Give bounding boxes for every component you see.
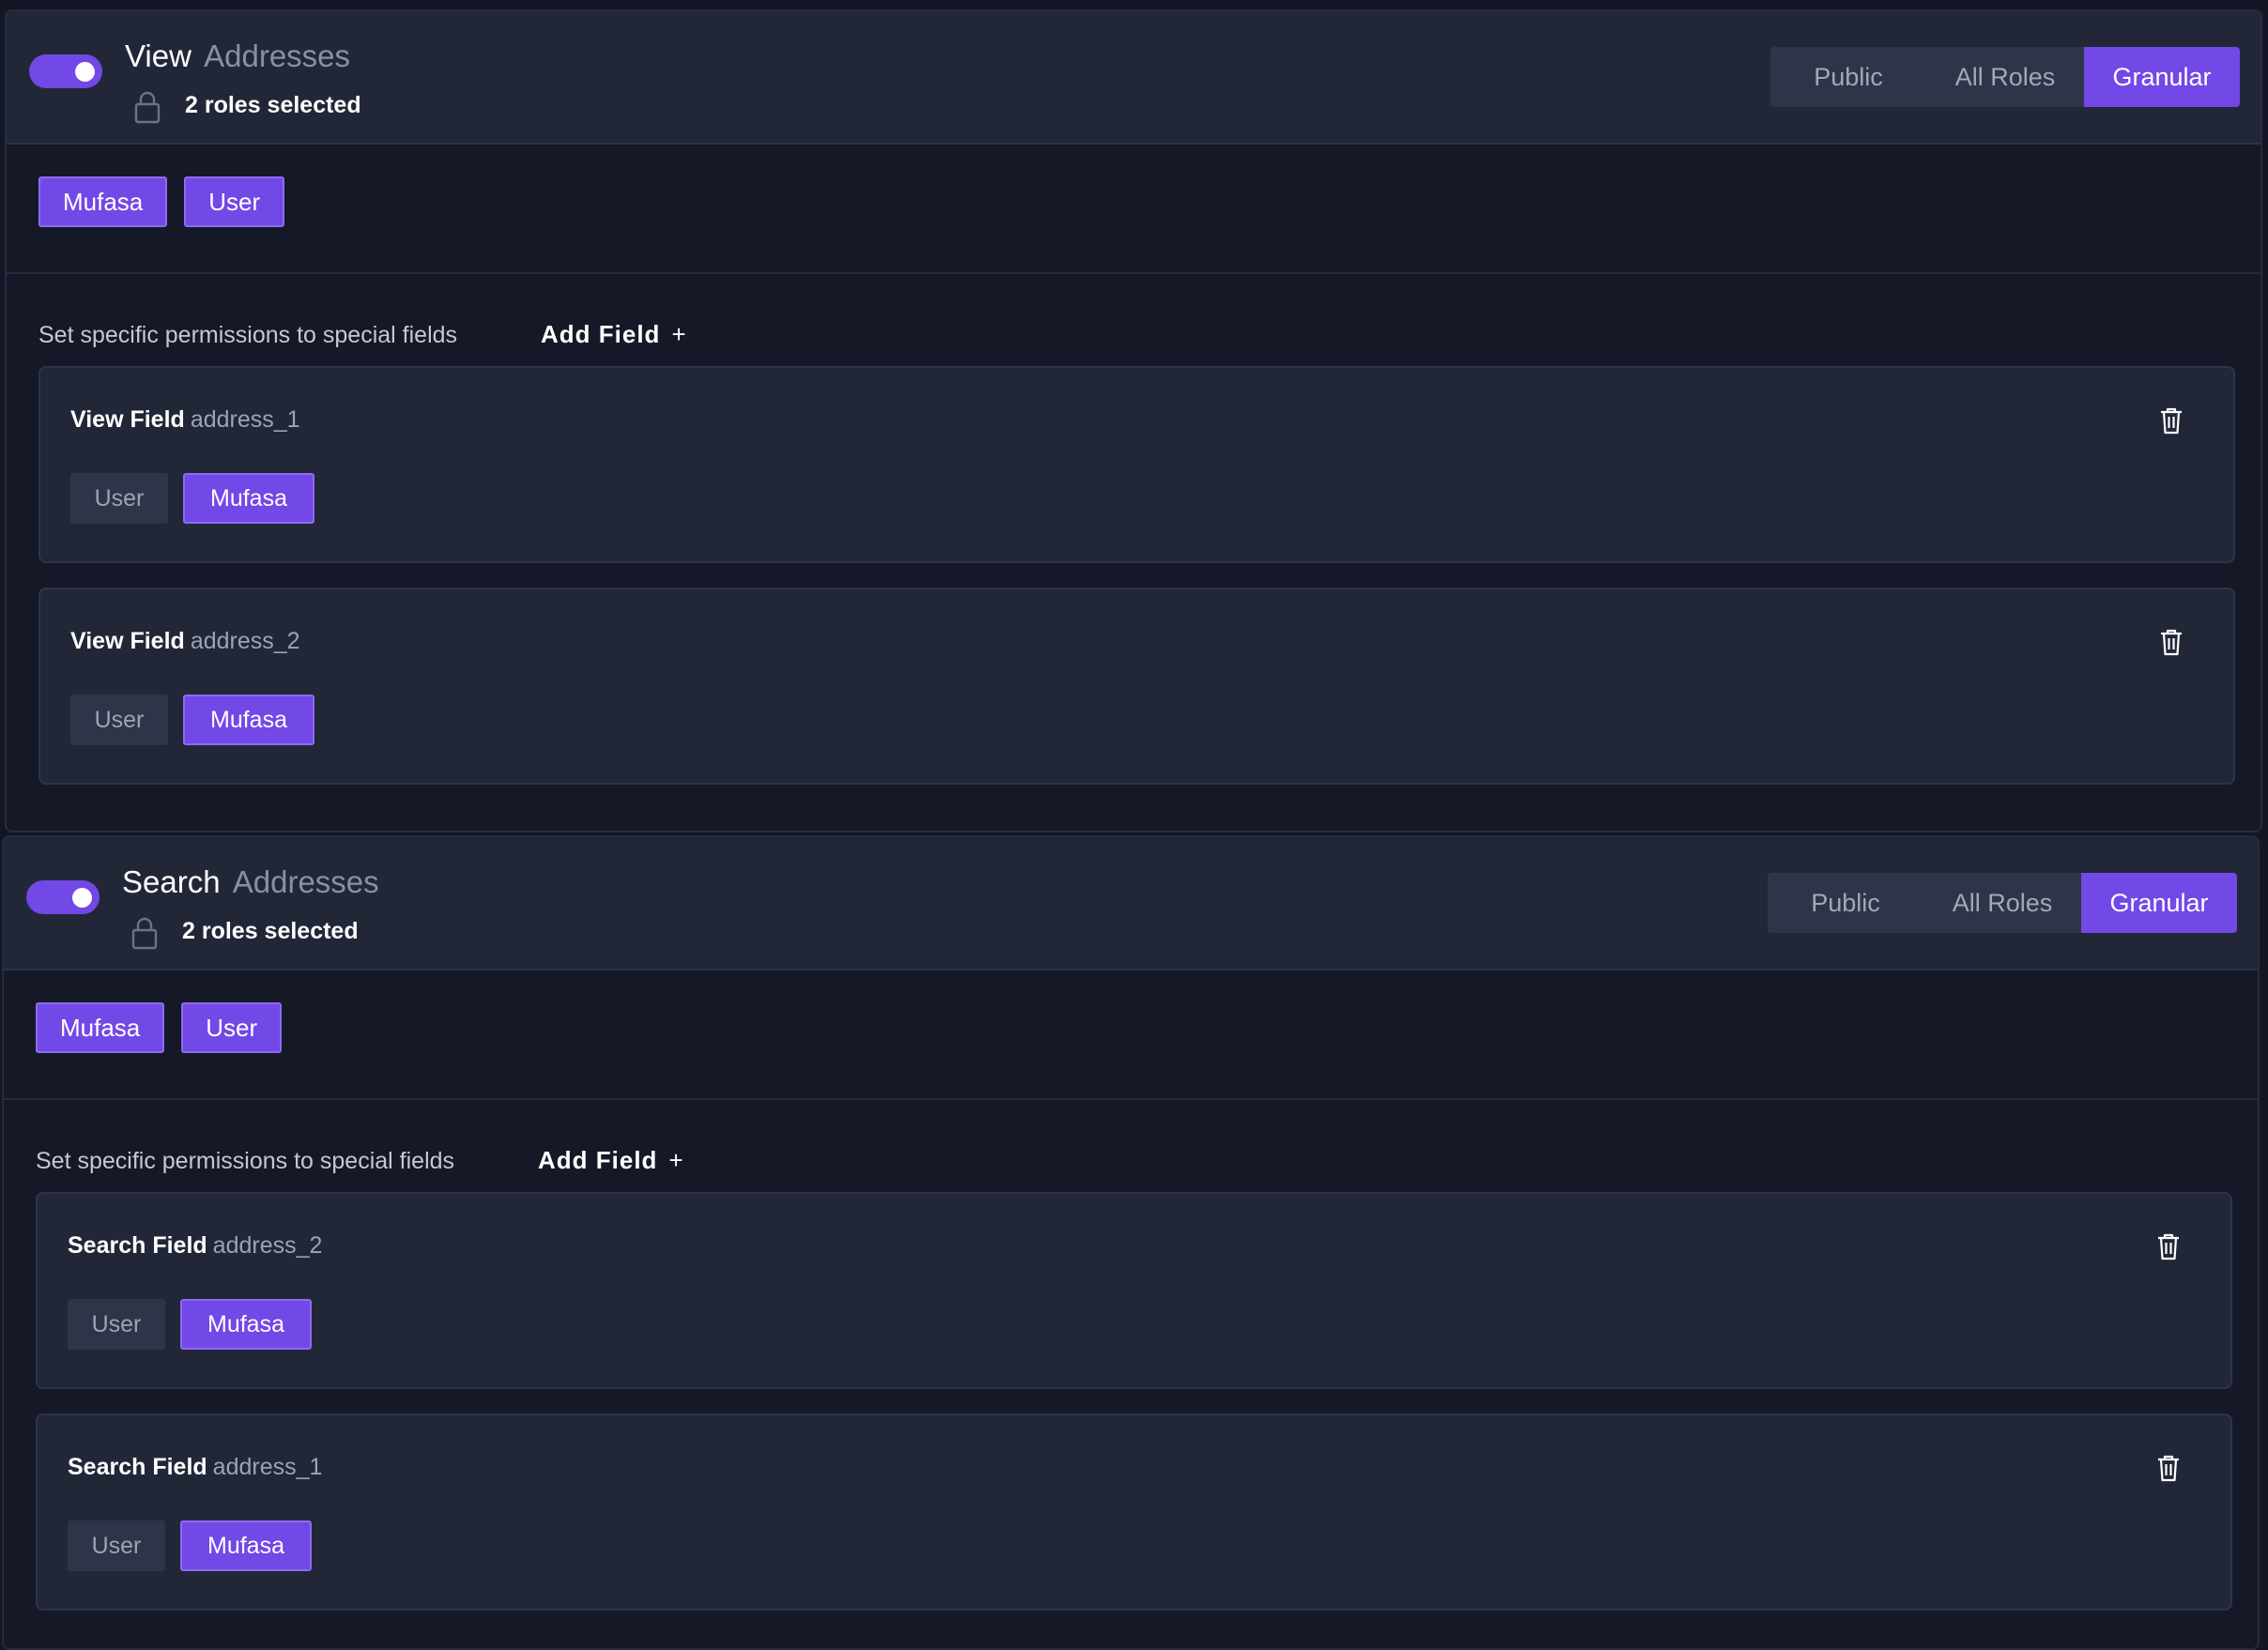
field-verb: View Field — [70, 406, 185, 433]
lock-icon — [131, 917, 158, 950]
scope-selector: Public All Roles Granular — [1770, 47, 2240, 107]
panel-header: View Addresses 2 roles selected Public A… — [7, 11, 2260, 145]
add-field-button[interactable]: Add Field + — [541, 317, 687, 351]
field-name: address_1 — [212, 1454, 323, 1480]
field-role-options: User Mufasa — [70, 695, 314, 745]
permission-title: Search Addresses — [122, 863, 379, 901]
trash-icon[interactable] — [2155, 1453, 2182, 1483]
field-role-mufasa[interactable]: Mufasa — [183, 695, 314, 745]
add-field-label: Add Field — [541, 320, 661, 348]
lock-icon — [134, 91, 161, 124]
field-title: View Field address_1 — [70, 404, 300, 435]
special-fields-label: Set specific permissions to special fiel… — [38, 322, 458, 348]
special-fields-label: Set specific permissions to special fiel… — [36, 1148, 455, 1174]
add-field-button[interactable]: Add Field + — [538, 1143, 684, 1177]
field-role-mufasa[interactable]: Mufasa — [180, 1520, 312, 1571]
field-role-options: User Mufasa — [68, 1299, 312, 1350]
panel-header: Search Addresses 2 roles selected Public… — [4, 837, 2258, 970]
permission-panel-view: View Addresses 2 roles selected Public A… — [5, 9, 2262, 833]
scope-all-roles-button[interactable]: All Roles — [1923, 873, 2081, 933]
field-title: Search Field address_1 — [68, 1451, 322, 1483]
role-tag[interactable]: User — [184, 176, 285, 227]
role-tag[interactable]: Mufasa — [36, 1002, 165, 1053]
role-tag[interactable]: User — [181, 1002, 283, 1053]
trash-icon[interactable] — [2158, 405, 2184, 435]
scope-granular-button[interactable]: Granular — [2081, 873, 2237, 933]
scope-selector: Public All Roles Granular — [1768, 873, 2237, 933]
field-verb: Search Field — [68, 1454, 207, 1480]
toggle-knob — [72, 888, 92, 908]
trash-icon[interactable] — [2158, 627, 2184, 657]
field-role-user[interactable]: User — [68, 1520, 165, 1571]
field-permission-card: View Field address_1 User Mufasa — [38, 366, 2235, 563]
permission-verb: View — [125, 38, 192, 73]
plus-icon: + — [668, 1146, 684, 1174]
scope-all-roles-button[interactable]: All Roles — [1926, 47, 2084, 107]
permission-toggle[interactable] — [26, 880, 100, 914]
permission-title: View Addresses — [125, 38, 350, 75]
permission-verb: Search — [122, 864, 221, 899]
field-permission-card: View Field address_2 User Mufasa — [38, 588, 2235, 785]
field-permission-card: Search Field address_1 User Mufasa — [36, 1413, 2232, 1611]
selected-role-tags: Mufasa User — [38, 176, 285, 227]
field-verb: Search Field — [68, 1232, 207, 1259]
plus-icon: + — [671, 320, 687, 348]
permission-noun: Addresses — [232, 864, 379, 899]
scope-granular-button[interactable]: Granular — [2084, 47, 2240, 107]
field-title: View Field address_2 — [70, 625, 300, 657]
roles-selected-count: 2 roles selected — [185, 92, 361, 118]
permission-toggle[interactable] — [29, 54, 102, 88]
field-role-user[interactable]: User — [70, 695, 168, 745]
toggle-knob — [75, 62, 95, 82]
scope-public-button[interactable]: Public — [1768, 873, 1923, 933]
role-tag[interactable]: Mufasa — [38, 176, 168, 227]
section-divider — [7, 272, 2260, 274]
field-role-options: User Mufasa — [68, 1520, 312, 1571]
field-role-mufasa[interactable]: Mufasa — [183, 473, 314, 524]
section-divider — [4, 1098, 2258, 1100]
field-verb: View Field — [70, 628, 185, 654]
field-name: address_2 — [190, 628, 300, 654]
field-role-options: User Mufasa — [70, 473, 314, 524]
add-field-label: Add Field — [538, 1146, 658, 1174]
field-role-user[interactable]: User — [68, 1299, 165, 1350]
field-role-user[interactable]: User — [70, 473, 168, 524]
field-permission-card: Search Field address_2 User Mufasa — [36, 1192, 2232, 1389]
selected-role-tags: Mufasa User — [36, 1002, 283, 1053]
field-name: address_2 — [212, 1232, 323, 1259]
field-title: Search Field address_2 — [68, 1230, 322, 1261]
field-name: address_1 — [190, 406, 300, 433]
roles-selected-count: 2 roles selected — [182, 918, 359, 944]
trash-icon[interactable] — [2155, 1231, 2182, 1261]
permission-noun: Addresses — [204, 38, 351, 73]
field-role-mufasa[interactable]: Mufasa — [180, 1299, 312, 1350]
permission-panel-search: Search Addresses 2 roles selected Public… — [2, 835, 2260, 1650]
scope-public-button[interactable]: Public — [1770, 47, 1926, 107]
